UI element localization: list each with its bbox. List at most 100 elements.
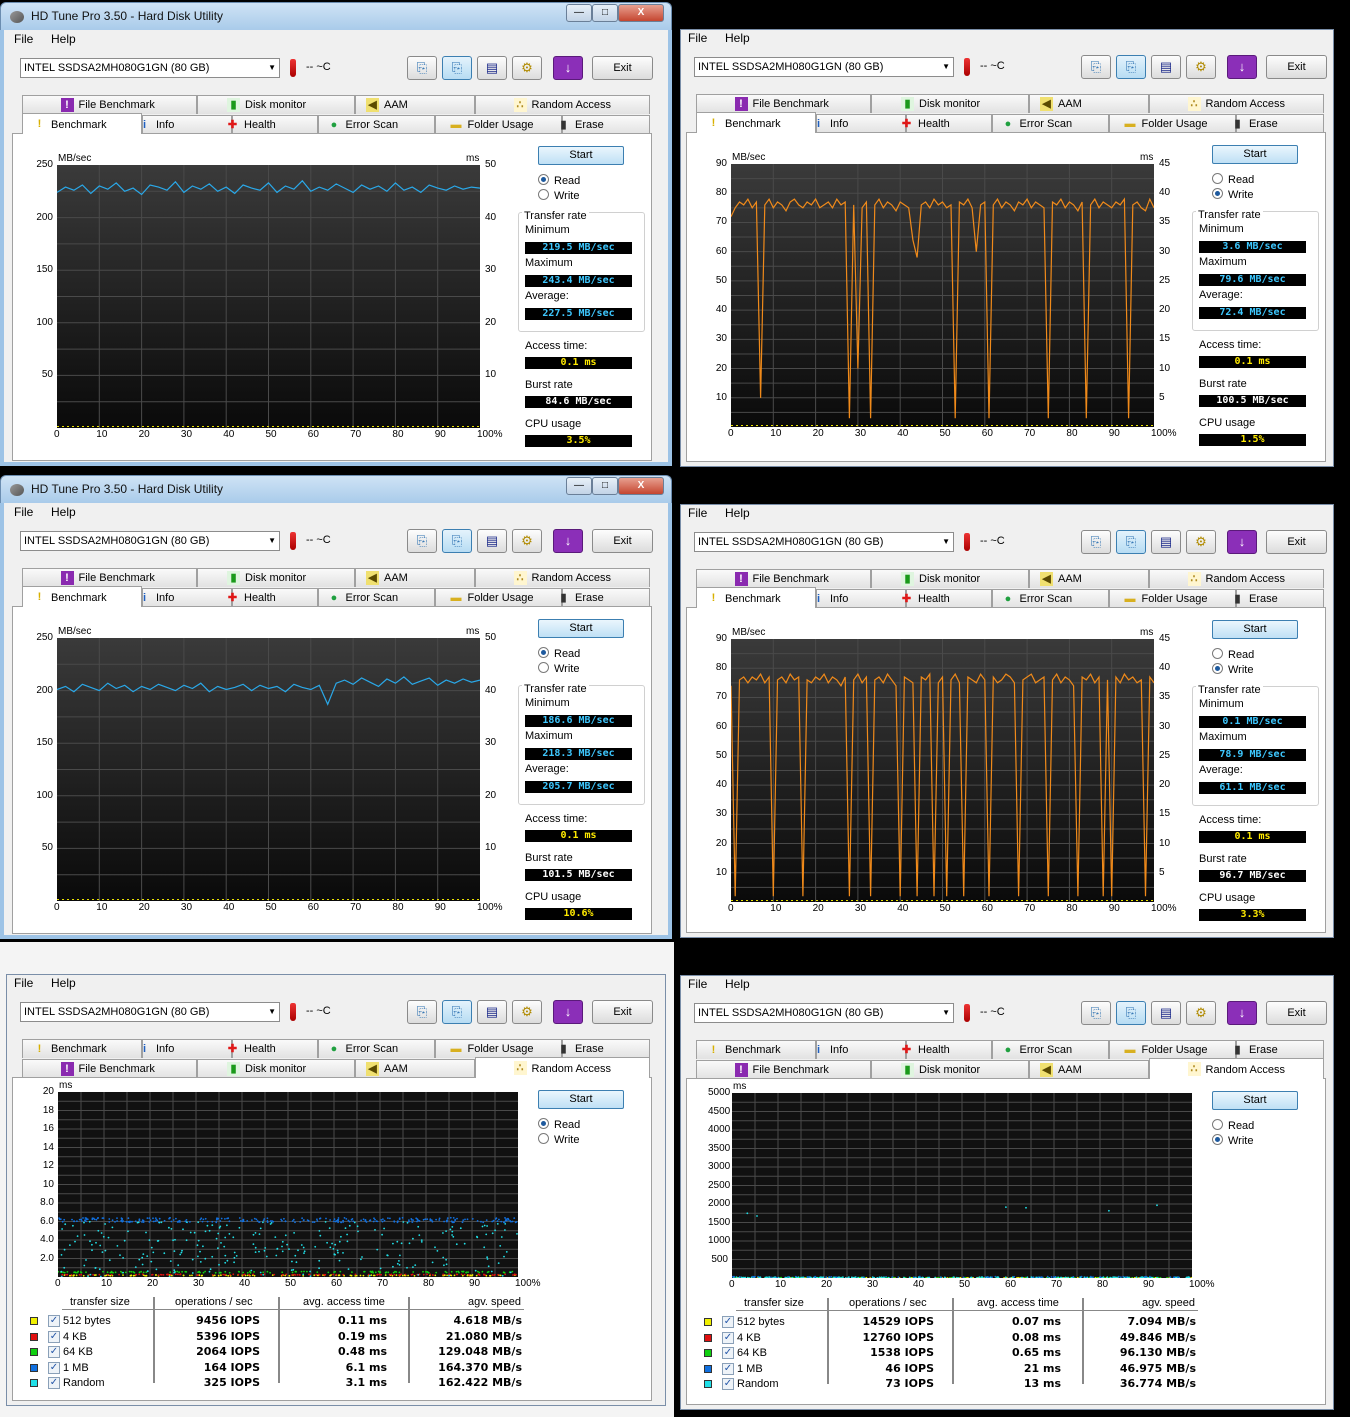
tab-disk-monitor[interactable]: ▮ Disk monitor bbox=[197, 1059, 355, 1078]
tab-erase[interactable]: ▮ Erase bbox=[1234, 589, 1324, 608]
start-button[interactable]: Start bbox=[538, 1090, 624, 1109]
tab-aam[interactable]: ◀ AAM bbox=[1029, 1060, 1149, 1079]
tab-file-benchmark[interactable]: ! File Benchmark bbox=[22, 568, 197, 587]
radio-dot[interactable] bbox=[538, 1118, 549, 1129]
radio-write[interactable]: Write bbox=[538, 1133, 579, 1146]
copy-screenshot-button[interactable]: ⎘ bbox=[1116, 1001, 1146, 1025]
menu-file[interactable]: File bbox=[14, 32, 33, 46]
tab-error-scan[interactable]: ● Error Scan bbox=[318, 588, 435, 607]
options-button[interactable]: ⚙ bbox=[1186, 1001, 1216, 1025]
save-button[interactable]: ▤ bbox=[477, 529, 507, 553]
download-button[interactable]: ↓ bbox=[1227, 530, 1257, 554]
tab-random-access[interactable]: ∴ Random Access bbox=[1149, 94, 1324, 113]
tab-file-benchmark[interactable]: ! File Benchmark bbox=[696, 569, 871, 588]
tab-health[interactable]: ✚ Health bbox=[228, 115, 318, 134]
tab-disk-monitor[interactable]: ▮ Disk monitor bbox=[871, 1060, 1029, 1079]
radio-dot[interactable] bbox=[538, 174, 549, 185]
tab-disk-monitor[interactable]: ▮ Disk monitor bbox=[197, 95, 355, 114]
menu-help[interactable]: Help bbox=[51, 976, 76, 990]
start-button[interactable]: Start bbox=[538, 146, 624, 165]
series-checkbox[interactable]: ✓ bbox=[722, 1378, 734, 1390]
tab-health[interactable]: ✚ Health bbox=[228, 1039, 318, 1058]
series-checkbox[interactable]: ✓ bbox=[48, 1330, 60, 1343]
copy-info-button[interactable]: ⎘ bbox=[1081, 1001, 1111, 1025]
options-button[interactable]: ⚙ bbox=[512, 56, 542, 80]
download-button[interactable]: ↓ bbox=[553, 56, 583, 80]
tab-erase[interactable]: ▮ Erase bbox=[1234, 1040, 1324, 1059]
radio-write[interactable]: Write bbox=[538, 189, 579, 202]
tab-disk-monitor[interactable]: ▮ Disk monitor bbox=[871, 569, 1029, 588]
options-button[interactable]: ⚙ bbox=[1186, 55, 1216, 79]
radio-dot[interactable] bbox=[1212, 188, 1223, 199]
tab-info[interactable]: i Info bbox=[142, 588, 232, 607]
tab-aam[interactable]: ◀ AAM bbox=[355, 568, 475, 587]
radio-write[interactable]: Write bbox=[1212, 188, 1253, 201]
radio-read[interactable]: Read bbox=[538, 1118, 580, 1131]
series-checkbox[interactable]: ✓ bbox=[722, 1347, 734, 1359]
menu-file[interactable]: File bbox=[14, 505, 33, 519]
save-button[interactable]: ▤ bbox=[1151, 55, 1181, 79]
radio-dot[interactable] bbox=[538, 647, 549, 658]
download-button[interactable]: ↓ bbox=[1227, 1001, 1257, 1025]
close-button[interactable]: X bbox=[618, 477, 664, 495]
radio-dot[interactable] bbox=[1212, 648, 1223, 659]
minimize-button[interactable]: — bbox=[566, 477, 592, 495]
tab-info[interactable]: i Info bbox=[816, 1040, 906, 1059]
save-button[interactable]: ▤ bbox=[1151, 530, 1181, 554]
tab-aam[interactable]: ◀ AAM bbox=[355, 1059, 475, 1078]
series-checkbox[interactable]: ✓ bbox=[722, 1362, 734, 1375]
copy-info-button[interactable]: ⎘ bbox=[1081, 55, 1111, 79]
tab-folder-usage[interactable]: ▬ Folder Usage bbox=[435, 115, 562, 134]
tab-health[interactable]: ✚ Health bbox=[902, 114, 992, 133]
tab-health[interactable]: ✚ Health bbox=[902, 1040, 992, 1059]
download-button[interactable]: ↓ bbox=[553, 529, 583, 553]
copy-screenshot-button[interactable]: ⎘ bbox=[1116, 55, 1146, 79]
tab-disk-monitor[interactable]: ▮ Disk monitor bbox=[197, 568, 355, 587]
radio-dot[interactable] bbox=[1212, 1134, 1223, 1145]
options-button[interactable]: ⚙ bbox=[512, 1000, 542, 1024]
tab-file-benchmark[interactable]: ! File Benchmark bbox=[696, 94, 871, 113]
radio-dot[interactable] bbox=[1212, 173, 1223, 184]
series-checkbox[interactable]: ✓ bbox=[48, 1346, 60, 1358]
exit-button[interactable]: Exit bbox=[592, 56, 653, 80]
radio-dot[interactable] bbox=[1212, 1119, 1223, 1130]
tab-file-benchmark[interactable]: ! File Benchmark bbox=[696, 1060, 871, 1079]
tab-folder-usage[interactable]: ▬ Folder Usage bbox=[435, 1039, 562, 1058]
tab-info[interactable]: i Info bbox=[816, 589, 906, 608]
start-button[interactable]: Start bbox=[538, 619, 624, 638]
start-button[interactable]: Start bbox=[1212, 620, 1298, 639]
close-button[interactable]: X bbox=[618, 4, 664, 22]
copy-info-button[interactable]: ⎘ bbox=[1081, 530, 1111, 554]
start-button[interactable]: Start bbox=[1212, 1091, 1298, 1110]
radio-write[interactable]: Write bbox=[1212, 663, 1253, 676]
tab-info[interactable]: i Info bbox=[816, 114, 906, 133]
tab-random-access[interactable]: ∴ Random Access bbox=[475, 95, 650, 114]
tab-aam[interactable]: ◀ AAM bbox=[1029, 94, 1149, 113]
tab-folder-usage[interactable]: ▬ Folder Usage bbox=[1109, 114, 1236, 133]
radio-read[interactable]: Read bbox=[1212, 1119, 1254, 1132]
series-checkbox[interactable]: ✓ bbox=[48, 1361, 60, 1374]
copy-screenshot-button[interactable]: ⎘ bbox=[442, 1000, 472, 1024]
start-button[interactable]: Start bbox=[1212, 145, 1298, 164]
menu-file[interactable]: File bbox=[688, 31, 707, 45]
menu-help[interactable]: Help bbox=[725, 977, 750, 991]
options-button[interactable]: ⚙ bbox=[512, 529, 542, 553]
radio-write[interactable]: Write bbox=[1212, 1134, 1253, 1147]
tab-random-access[interactable]: ∴ Random Access bbox=[475, 568, 650, 587]
copy-info-button[interactable]: ⎘ bbox=[407, 56, 437, 80]
radio-read[interactable]: Read bbox=[1212, 648, 1254, 661]
radio-dot[interactable] bbox=[538, 662, 549, 673]
drive-select[interactable]: INTEL SSDSA2MH080G1GN (80 GB) ▼ bbox=[694, 532, 954, 552]
tab-info[interactable]: i Info bbox=[142, 1039, 232, 1058]
tab-error-scan[interactable]: ● Error Scan bbox=[318, 1039, 435, 1058]
copy-info-button[interactable]: ⎘ bbox=[407, 529, 437, 553]
download-button[interactable]: ↓ bbox=[1227, 55, 1257, 79]
series-checkbox[interactable]: ✓ bbox=[722, 1331, 734, 1344]
tab-benchmark[interactable]: ! Benchmark bbox=[22, 1039, 142, 1058]
radio-write[interactable]: Write bbox=[538, 662, 579, 675]
drive-select[interactable]: INTEL SSDSA2MH080G1GN (80 GB) ▼ bbox=[20, 1002, 280, 1022]
tab-aam[interactable]: ◀ AAM bbox=[355, 95, 475, 114]
drive-select[interactable]: INTEL SSDSA2MH080G1GN (80 GB) ▼ bbox=[20, 531, 280, 551]
exit-button[interactable]: Exit bbox=[1266, 1001, 1327, 1025]
tab-erase[interactable]: ▮ Erase bbox=[1234, 114, 1324, 133]
